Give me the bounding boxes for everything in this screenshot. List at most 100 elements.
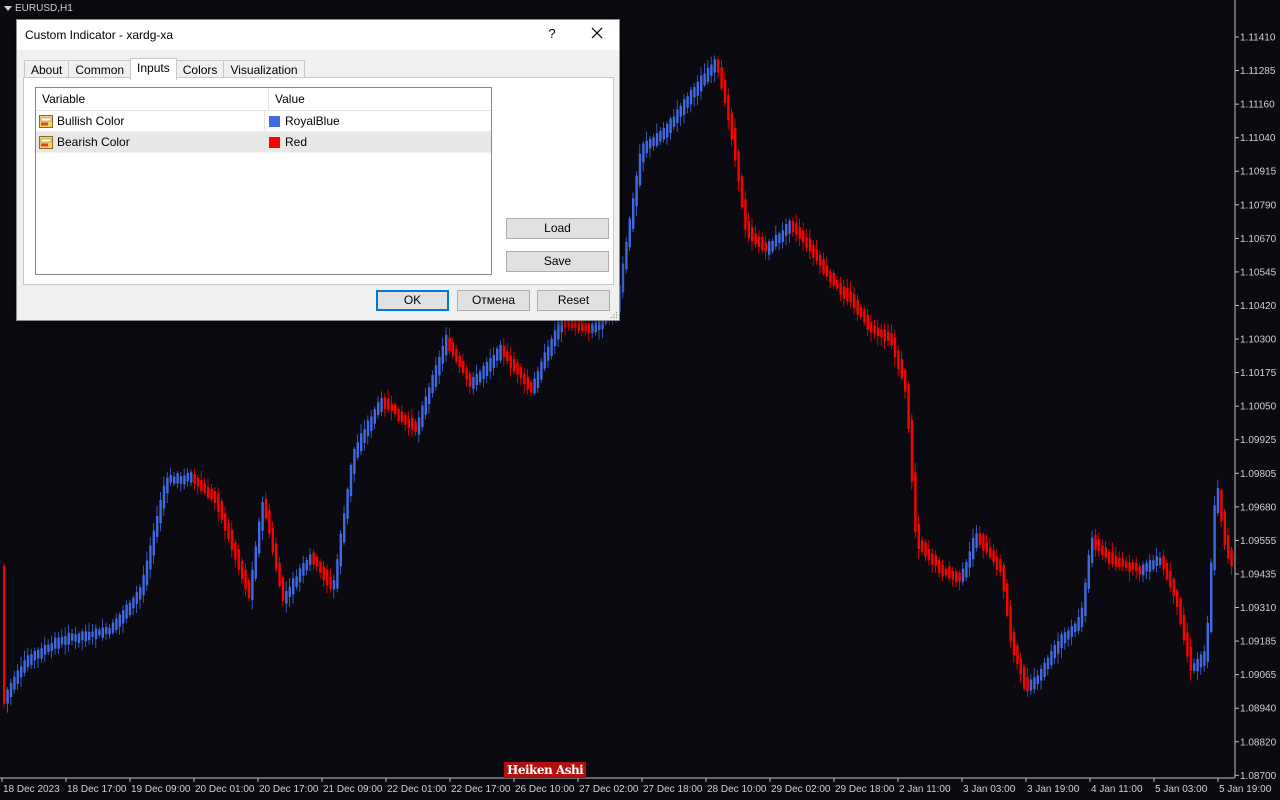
candle-body — [683, 99, 686, 115]
input-row-bullish[interactable]: Bullish Color RoyalBlue — [36, 111, 491, 132]
candle-body — [533, 378, 536, 394]
candle-body — [74, 634, 77, 642]
ok-button[interactable]: OK — [376, 290, 449, 311]
inputs-grid[interactable]: Variable Value Bullish Color RoyalBlue B… — [35, 87, 492, 275]
dropdown-arrow-icon[interactable] — [4, 6, 12, 11]
candle-body — [383, 397, 387, 410]
candle-body — [237, 549, 240, 570]
candle-body — [672, 116, 676, 127]
candle-body — [1131, 561, 1135, 570]
candle-body — [774, 234, 778, 247]
indicator-label[interactable]: Heiken Ashi — [504, 762, 587, 778]
candle-body — [377, 402, 380, 415]
dialog-titlebar[interactable]: Custom Indicator - xardg-xa ? — [17, 20, 619, 50]
candle-body — [584, 322, 587, 331]
candle-body — [1111, 552, 1114, 565]
candle-body — [360, 433, 363, 452]
column-value-header[interactable]: Value — [269, 88, 305, 110]
candle-body — [1125, 561, 1128, 568]
price-tick-label: 1.11410 — [1240, 33, 1276, 44]
candle-body — [655, 133, 659, 146]
candle-body — [948, 566, 951, 579]
help-button[interactable]: ? — [545, 26, 559, 41]
candle-body — [417, 417, 421, 435]
candle-body — [176, 473, 179, 484]
cancel-button[interactable]: Отмена — [457, 290, 530, 311]
reset-button[interactable]: Reset — [537, 290, 610, 311]
time-tick-label: 21 Dec 09:00 — [323, 784, 383, 795]
price-tick-label: 1.08700 — [1240, 771, 1277, 782]
candle-body — [1135, 562, 1138, 571]
candle-body — [1162, 555, 1165, 570]
candle-body — [1060, 634, 1063, 649]
candle-body — [1029, 679, 1033, 691]
candle-body — [883, 329, 886, 342]
candle-body — [390, 403, 393, 412]
candle-body — [893, 337, 897, 358]
candle-body — [822, 259, 825, 274]
candle-body — [720, 67, 723, 89]
candle-body — [1223, 511, 1226, 546]
candle-body — [67, 632, 70, 645]
candle-body — [190, 472, 193, 483]
candle-body — [519, 367, 523, 379]
candle-body — [662, 128, 665, 140]
candle-body — [1074, 623, 1077, 633]
tab-inputs[interactable]: Inputs — [130, 58, 177, 80]
candle-body — [1104, 547, 1107, 558]
input-value-text: RoyalBlue — [285, 114, 340, 128]
candle-body — [523, 373, 526, 385]
candle-body — [761, 237, 764, 251]
candle-body — [625, 241, 628, 270]
candle-body — [57, 637, 60, 649]
candle-body — [186, 472, 189, 482]
candle-body — [71, 633, 74, 641]
resize-grip-icon[interactable] — [610, 311, 618, 319]
candle-body — [54, 637, 57, 649]
candle-body — [88, 631, 91, 641]
load-button[interactable]: Load — [506, 218, 609, 239]
candle-body — [251, 569, 254, 601]
candle-body — [1033, 677, 1036, 690]
candle-body — [764, 242, 767, 252]
column-variable-header[interactable]: Variable — [36, 88, 269, 110]
candle-body — [513, 358, 516, 372]
candle-body — [577, 319, 580, 331]
candle-body — [1077, 616, 1080, 631]
candle-body — [387, 398, 390, 410]
candle-body — [394, 404, 397, 415]
candle-body — [1128, 562, 1131, 572]
color-input-icon — [39, 114, 53, 128]
candle-body — [50, 643, 53, 651]
close-icon[interactable] — [589, 24, 605, 42]
candle-body — [982, 534, 985, 551]
input-value-cell[interactable]: RoyalBlue — [265, 114, 340, 128]
candle-body — [931, 553, 934, 565]
candle-body — [961, 568, 965, 582]
symbol-label[interactable]: EURUSD,H1 — [4, 3, 73, 14]
candle-body — [791, 220, 795, 233]
candle-body — [84, 631, 87, 642]
candle-body — [1036, 675, 1039, 685]
input-row-bearish[interactable]: Bearish Color Red — [36, 132, 491, 153]
input-value-cell[interactable]: Red — [265, 135, 307, 149]
candle-body — [907, 384, 910, 429]
candle-body — [1046, 657, 1050, 670]
candle-body — [448, 337, 451, 352]
save-button[interactable]: Save — [506, 251, 609, 272]
candle-body — [414, 421, 417, 432]
candle-body — [927, 549, 931, 560]
candle-body — [781, 230, 784, 243]
candle-body — [849, 291, 852, 303]
candle-body — [829, 271, 832, 283]
candle-body — [934, 555, 937, 567]
candle-body — [30, 654, 33, 665]
candle-body — [999, 559, 1002, 573]
candle-body — [1227, 535, 1230, 559]
candle-body — [356, 442, 359, 458]
candle-body — [543, 352, 546, 369]
price-tick-label: 1.09925 — [1240, 435, 1277, 446]
candle-body — [200, 480, 203, 492]
candle-body — [353, 448, 356, 475]
candle-body — [370, 416, 373, 432]
